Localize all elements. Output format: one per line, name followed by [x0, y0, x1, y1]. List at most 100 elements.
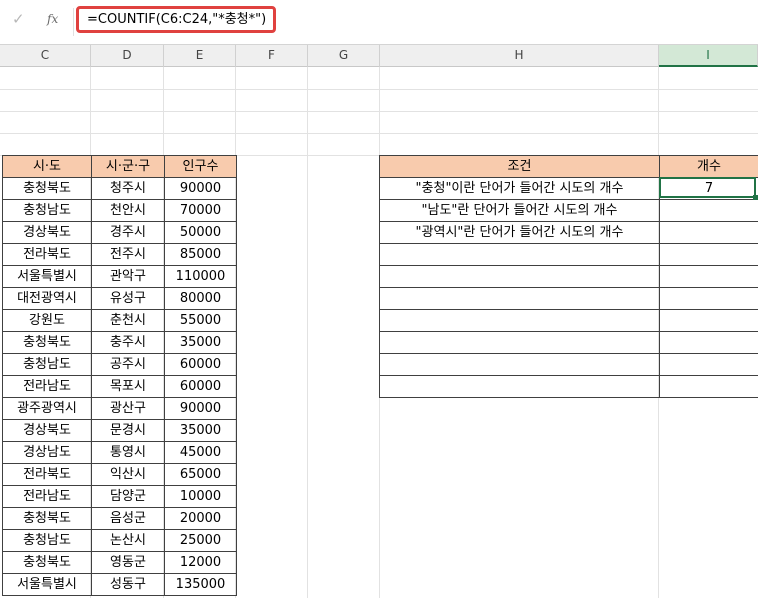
province-cell[interactable]: 서울특별시: [2, 573, 92, 596]
population-cell[interactable]: 60000: [164, 353, 237, 376]
header-condition[interactable]: 조건: [379, 155, 660, 178]
province-cell[interactable]: 충청북도: [2, 507, 92, 530]
table-row: 경상남도 통영시 45000: [2, 441, 237, 464]
population-cell[interactable]: 110000: [164, 265, 237, 288]
table-header-row: 조건 개수: [379, 155, 758, 178]
population-cell[interactable]: 20000: [164, 507, 237, 530]
province-cell[interactable]: 충청남도: [2, 353, 92, 376]
count-cell[interactable]: [659, 221, 758, 244]
condition-cell[interactable]: [379, 265, 660, 288]
column-header-h[interactable]: H: [380, 45, 659, 67]
column-header-d[interactable]: D: [91, 45, 164, 67]
condition-cell[interactable]: "남도"란 단어가 들어간 시도의 개수: [379, 199, 660, 222]
grid-line: [0, 89, 758, 90]
province-cell[interactable]: 경상북도: [2, 419, 92, 442]
count-cell[interactable]: [659, 243, 758, 266]
province-cell[interactable]: 전라남도: [2, 485, 92, 508]
city-cell[interactable]: 유성구: [91, 287, 165, 310]
population-cell[interactable]: 85000: [164, 243, 237, 266]
count-cell[interactable]: [659, 309, 758, 332]
city-cell[interactable]: 경주시: [91, 221, 165, 244]
active-cell-selection[interactable]: [659, 177, 756, 198]
count-cell[interactable]: [659, 331, 758, 354]
count-cell[interactable]: [659, 287, 758, 310]
province-cell[interactable]: 경상남도: [2, 441, 92, 464]
population-cell[interactable]: 55000: [164, 309, 237, 332]
header-population[interactable]: 인구수: [164, 155, 237, 178]
fill-handle[interactable]: [753, 195, 758, 200]
city-cell[interactable]: 목포시: [91, 375, 165, 398]
count-cell[interactable]: [659, 375, 758, 398]
province-cell[interactable]: 강원도: [2, 309, 92, 332]
province-cell[interactable]: 대전광역시: [2, 287, 92, 310]
header-province[interactable]: 시·도: [2, 155, 92, 178]
population-cell[interactable]: 135000: [164, 573, 237, 596]
table-row: 서울특별시 관악구 110000: [2, 265, 237, 288]
column-header-e[interactable]: E: [164, 45, 236, 67]
population-cell[interactable]: 35000: [164, 419, 237, 442]
enter-check-icon[interactable]: ✓: [12, 10, 25, 28]
count-cell[interactable]: [659, 199, 758, 222]
population-cell[interactable]: 90000: [164, 397, 237, 420]
population-cell[interactable]: 90000: [164, 177, 237, 200]
condition-cell[interactable]: [379, 353, 660, 376]
city-cell[interactable]: 담양군: [91, 485, 165, 508]
city-cell[interactable]: 관악구: [91, 265, 165, 288]
population-cell[interactable]: 65000: [164, 463, 237, 486]
population-cell[interactable]: 35000: [164, 331, 237, 354]
insert-function-icon[interactable]: fx: [47, 12, 58, 26]
table-row: 충청북도 음성군 20000: [2, 507, 237, 530]
province-cell[interactable]: 충청북도: [2, 331, 92, 354]
province-cell[interactable]: 전라남도: [2, 375, 92, 398]
column-header-c[interactable]: C: [0, 45, 91, 67]
header-count[interactable]: 개수: [659, 155, 758, 178]
column-header-i[interactable]: I: [659, 45, 758, 67]
condition-cell[interactable]: [379, 309, 660, 332]
city-cell[interactable]: 충주시: [91, 331, 165, 354]
population-cell[interactable]: 10000: [164, 485, 237, 508]
population-cell[interactable]: 60000: [164, 375, 237, 398]
population-cell[interactable]: 45000: [164, 441, 237, 464]
city-cell[interactable]: 전주시: [91, 243, 165, 266]
condition-cell[interactable]: [379, 287, 660, 310]
city-cell[interactable]: 논산시: [91, 529, 165, 552]
city-cell[interactable]: 통영시: [91, 441, 165, 464]
province-cell[interactable]: 충청남도: [2, 199, 92, 222]
province-cell[interactable]: 경상북도: [2, 221, 92, 244]
header-city[interactable]: 시·군·구: [91, 155, 165, 178]
count-cell[interactable]: [659, 265, 758, 288]
population-cell[interactable]: 80000: [164, 287, 237, 310]
province-cell[interactable]: 서울특별시: [2, 265, 92, 288]
city-cell[interactable]: 음성군: [91, 507, 165, 530]
population-cell[interactable]: 50000: [164, 221, 237, 244]
population-cell[interactable]: 12000: [164, 551, 237, 574]
city-cell[interactable]: 광산구: [91, 397, 165, 420]
city-cell[interactable]: 공주시: [91, 353, 165, 376]
city-cell[interactable]: 성동구: [91, 573, 165, 596]
city-cell[interactable]: 춘천시: [91, 309, 165, 332]
province-cell[interactable]: 전라북도: [2, 243, 92, 266]
population-cell[interactable]: 25000: [164, 529, 237, 552]
population-cell[interactable]: 70000: [164, 199, 237, 222]
table-row: [379, 287, 758, 310]
province-cell[interactable]: 충청북도: [2, 551, 92, 574]
column-header-g[interactable]: G: [308, 45, 380, 67]
city-cell[interactable]: 청주시: [91, 177, 165, 200]
province-cell[interactable]: 충청남도: [2, 529, 92, 552]
city-cell[interactable]: 익산시: [91, 463, 165, 486]
city-cell[interactable]: 영동군: [91, 551, 165, 574]
city-cell[interactable]: 천안시: [91, 199, 165, 222]
condition-cell[interactable]: [379, 243, 660, 266]
condition-cell[interactable]: [379, 375, 660, 398]
province-cell[interactable]: 충청북도: [2, 177, 92, 200]
column-header-f[interactable]: F: [236, 45, 308, 67]
province-cell[interactable]: 광주광역시: [2, 397, 92, 420]
formula-input[interactable]: =COUNTIF(C6:C24,"*충청*"): [76, 6, 276, 33]
condition-cell[interactable]: [379, 331, 660, 354]
condition-cell[interactable]: "충청"이란 단어가 들어간 시도의 개수: [379, 177, 660, 200]
province-cell[interactable]: 전라북도: [2, 463, 92, 486]
condition-cell[interactable]: "광역시"란 단어가 들어간 시도의 개수: [379, 221, 660, 244]
city-cell[interactable]: 문경시: [91, 419, 165, 442]
count-cell[interactable]: [659, 353, 758, 376]
table-row: 대전광역시 유성구 80000: [2, 287, 237, 310]
